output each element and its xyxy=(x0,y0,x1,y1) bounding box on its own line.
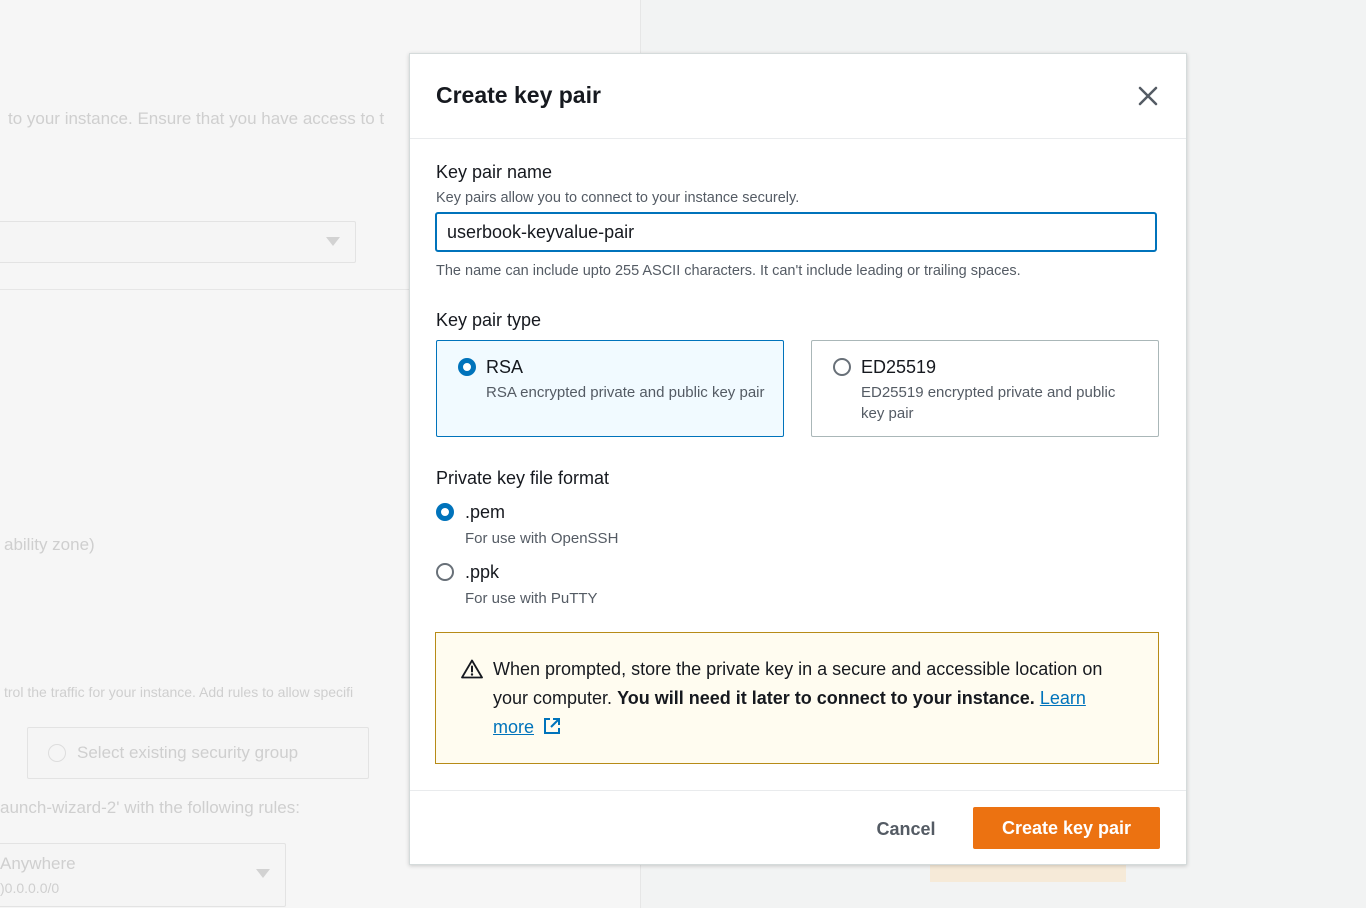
key-type-tile-ed25519[interactable]: ED25519 ED25519 encrypted private and pu… xyxy=(811,340,1159,437)
radio-rsa[interactable] xyxy=(458,358,476,376)
cancel-button[interactable]: Cancel xyxy=(860,808,952,850)
format-pem-label[interactable]: .pem xyxy=(465,502,505,523)
format-ppk-label[interactable]: .ppk xyxy=(465,562,499,583)
background-traffic-text: trol the traffic for your instance. Add … xyxy=(4,684,354,700)
warning-text: When prompted, store the private key in … xyxy=(493,655,1113,742)
modal-footer-divider xyxy=(410,790,1186,791)
create-key-pair-button[interactable]: Create key pair xyxy=(973,807,1160,849)
background-anywhere-text: Anywhere xyxy=(0,854,76,873)
background-instance-text: to your instance. Ensure that you have a… xyxy=(8,109,385,128)
key-pair-name-label: Key pair name xyxy=(436,162,553,182)
key-pair-name-description: Key pairs allow you to connect to your i… xyxy=(436,190,800,206)
external-link-icon[interactable] xyxy=(543,717,561,735)
create-key-pair-modal: Create key pair Key pair name Key pairs … xyxy=(409,53,1187,865)
background-select xyxy=(0,221,356,263)
warning-icon xyxy=(461,659,483,679)
background-radio-icon xyxy=(48,744,66,762)
key-pair-name-constraint: The name can include upto 255 ASCII char… xyxy=(436,263,1021,279)
background-caret-icon xyxy=(256,869,270,878)
format-ppk-description: For use with PuTTY xyxy=(465,590,598,607)
close-icon xyxy=(1138,86,1158,106)
close-button[interactable] xyxy=(1136,84,1160,108)
modal-title: Create key pair xyxy=(436,82,601,108)
radio-ed25519[interactable] xyxy=(833,358,851,376)
background-select-group-text: Select existing security group xyxy=(77,743,299,762)
warning-alert: When prompted, store the private key in … xyxy=(435,632,1159,764)
background-wizard-text: aunch-wizard-2' with the following rules… xyxy=(0,798,300,817)
key-type-rsa-description: RSA encrypted private and public key pai… xyxy=(486,384,765,401)
radio-ppk[interactable] xyxy=(436,563,454,581)
file-format-label: Private key file format xyxy=(436,468,610,488)
key-type-tile-rsa[interactable]: RSA RSA encrypted private and public key… xyxy=(436,340,784,437)
background-zone-text: ability zone) xyxy=(4,535,95,554)
key-type-rsa-title: RSA xyxy=(486,357,524,377)
radio-pem[interactable] xyxy=(436,503,454,521)
format-pem-description: For use with OpenSSH xyxy=(465,530,619,547)
key-pair-type-label: Key pair type xyxy=(436,310,542,330)
background-cidr-text: )0.0.0.0/0 xyxy=(0,880,60,896)
background-caret-icon xyxy=(326,237,340,246)
key-pair-name-input[interactable] xyxy=(435,212,1157,252)
modal-header: Create key pair xyxy=(410,54,1186,139)
warning-bold-message: You will need it later to connect to you… xyxy=(617,688,1035,708)
key-type-ed25519-title: ED25519 xyxy=(861,357,937,377)
background-source-select xyxy=(0,843,286,907)
key-type-ed25519-description: ED25519 encrypted private and public key… xyxy=(861,384,1116,422)
